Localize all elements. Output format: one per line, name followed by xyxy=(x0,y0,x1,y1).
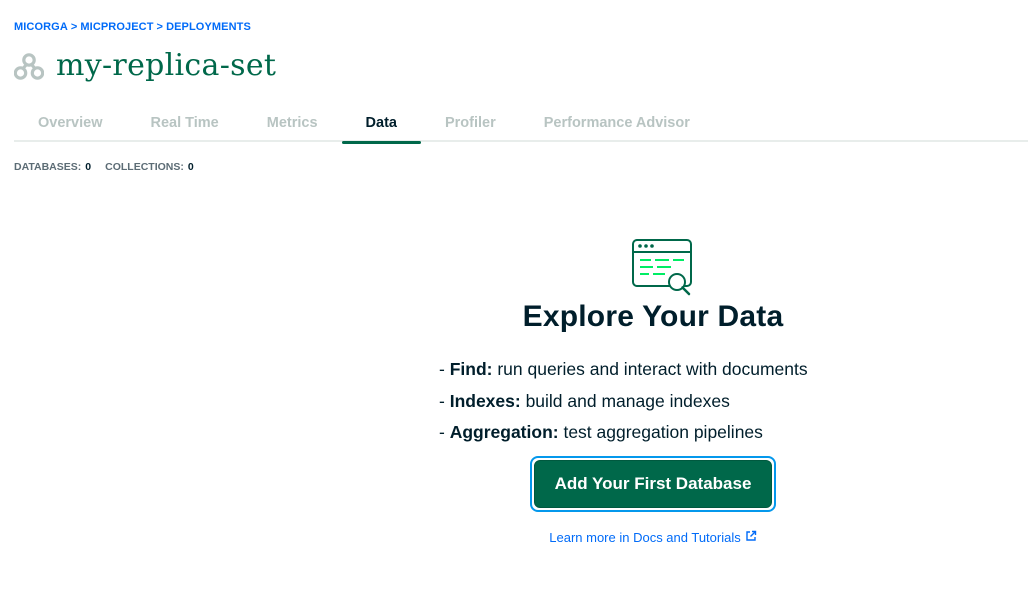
feature-bullet: - xyxy=(439,390,450,411)
collections-stat: COLLECTIONS: 0 xyxy=(105,161,194,173)
breadcrumb-project-link[interactable]: MICPROJECT xyxy=(80,21,153,33)
tab-bar: Overview Real Time Metrics Data Profiler… xyxy=(14,104,1028,144)
feature-list: - Find: run queries and interact with do… xyxy=(439,354,808,449)
feature-desc: run queries and interact with documents xyxy=(492,359,808,379)
breadcrumb-separator: > xyxy=(156,21,164,33)
feature-item-aggregation: - Aggregation: test aggregation pipeline… xyxy=(439,417,808,449)
tab-data[interactable]: Data xyxy=(341,104,422,144)
feature-bullet: - xyxy=(439,359,450,379)
collections-label: COLLECTIONS: xyxy=(105,161,184,173)
tab-profiler[interactable]: Profiler xyxy=(421,104,520,142)
add-first-database-button[interactable]: Add Your First Database xyxy=(530,456,776,512)
replica-set-icon xyxy=(14,51,44,81)
tab-metrics[interactable]: Metrics xyxy=(243,104,342,142)
feature-bullet: - xyxy=(439,422,450,442)
feature-item-find: - Find: run queries and interact with do… xyxy=(439,354,808,386)
breadcrumb: MICORGA > MICPROJECT > DEPLOYMENTS xyxy=(14,21,251,33)
databases-count: 0 xyxy=(85,161,92,173)
tab-performance-advisor[interactable]: Performance Advisor xyxy=(520,104,714,142)
databases-stat: DATABASES: 0 xyxy=(14,161,91,173)
page-title: my-replica-set xyxy=(56,48,277,83)
feature-term: Indexes: xyxy=(449,390,521,411)
empty-state-title: Explore Your Data xyxy=(522,300,784,333)
docs-tutorials-link[interactable]: Learn more in Docs and Tutorials xyxy=(432,530,874,545)
add-first-database-label: Add Your First Database xyxy=(534,460,772,508)
databases-label: DATABASES: xyxy=(14,161,82,173)
collections-count: 0 xyxy=(187,161,194,173)
feature-item-indexes: - Indexes: build and manage indexes xyxy=(439,386,808,418)
page-header: my-replica-set xyxy=(14,48,276,84)
tab-real-time[interactable]: Real Time xyxy=(127,104,243,142)
tab-overview[interactable]: Overview xyxy=(14,104,127,142)
stats-bar: DATABASES: 0 COLLECTIONS: 0 xyxy=(14,161,194,173)
breadcrumb-separator: > xyxy=(70,21,78,33)
feature-desc: build and manage indexes xyxy=(520,390,730,411)
docs-link-label: Learn more in Docs and Tutorials xyxy=(549,530,741,545)
breadcrumb-org-link[interactable]: MICORGA xyxy=(14,21,68,33)
page: MICORGA > MICPROJECT > DEPLOYMENTS my-re… xyxy=(0,0,1028,595)
feature-term: Find: xyxy=(449,359,493,379)
feature-desc: test aggregation pipelines xyxy=(558,422,763,442)
breadcrumb-deployments-link[interactable]: DEPLOYMENTS xyxy=(166,21,251,33)
external-link-icon xyxy=(745,530,757,545)
feature-term: Aggregation: xyxy=(449,422,559,442)
explore-data-icon xyxy=(631,238,693,300)
